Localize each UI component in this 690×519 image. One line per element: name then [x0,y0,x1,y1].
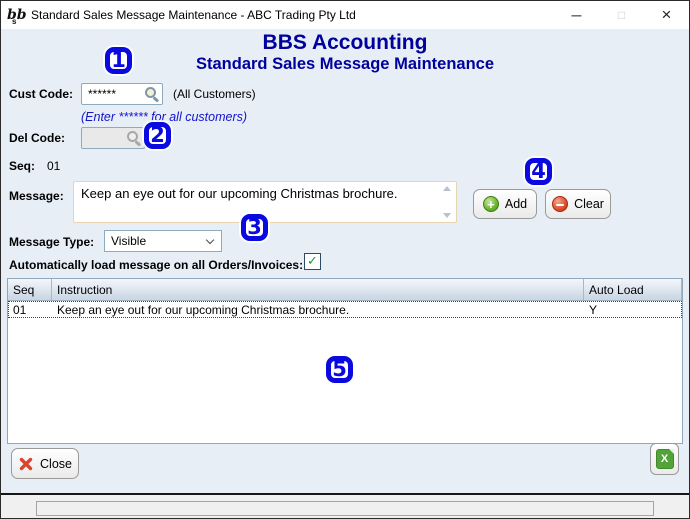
check-icon: ✓ [307,254,318,269]
table-header-row: Seq Instruction Auto Load [8,279,682,301]
close-button[interactable]: Close [11,448,79,479]
clear-minus-icon [552,196,569,212]
column-header-auto-load[interactable]: Auto Load [584,279,682,300]
message-type-value: Visible [111,234,147,248]
app-logo-icon: bb s [7,7,27,26]
cust-code-input[interactable]: ****** [81,83,163,105]
cust-code-lookup-magnifier-icon[interactable] [145,87,159,101]
column-header-instruction[interactable]: Instruction [52,279,584,300]
del-code-lookup-magnifier-icon[interactable] [127,131,141,145]
cust-code-label: Cust Code: [9,87,73,101]
annotation-badge-4: 4 [525,158,552,185]
auto-load-label: Automatically load message on all Orders… [9,258,304,272]
seq-value: 01 [47,159,61,173]
clear-button-label: Clear [574,197,604,211]
annotation-badge-5: 5 [326,356,353,383]
column-header-seq[interactable]: Seq [8,279,52,300]
excel-file-icon: X [655,449,674,469]
message-label: Message: [9,189,64,203]
chevron-down-icon [205,235,215,244]
export-excel-button[interactable]: X [650,443,679,475]
cust-code-value: ****** [88,87,117,101]
annotation-badge-1: 1 [105,47,132,74]
status-bar [1,493,689,518]
del-code-label: Del Code: [9,131,66,145]
minimize-button[interactable]: ─ [554,1,599,29]
message-type-dropdown[interactable]: Visible [104,230,222,252]
cust-code-suffix: (All Customers) [173,87,256,101]
maximize-button[interactable]: □ [599,1,644,29]
annotation-badge-3: 3 [241,214,268,241]
title-bar: bb s Standard Sales Message Maintenance -… [1,1,689,29]
add-plus-icon: + [482,196,499,212]
close-button-label: Close [40,456,72,471]
app-window: bb s Standard Sales Message Maintenance -… [0,0,690,519]
cell-seq: 01 [13,302,27,317]
window-controls: ─ □ × [554,1,689,29]
seq-label: Seq: [9,159,36,173]
del-code-input[interactable] [81,127,145,149]
cell-instruction: Keep an eye out for our upcoming Christm… [57,302,350,317]
clear-button[interactable]: Clear [545,189,611,219]
table-row[interactable]: 01 Keep an eye out for our upcoming Chri… [8,301,682,318]
message-scrollbar[interactable] [441,186,453,218]
message-type-label: Message Type: [9,235,95,249]
status-panel [36,501,654,516]
scroll-down-icon[interactable] [443,213,451,218]
annotation-badge-2: 2 [144,122,171,149]
app-name-heading: BBS Accounting [262,31,428,54]
auto-load-checkbox[interactable]: ✓ [304,253,321,270]
message-text: Keep an eye out for our upcoming Christm… [81,186,398,201]
add-button-label: Add [504,197,528,211]
window-title: Standard Sales Message Maintenance - ABC… [31,8,356,22]
cell-auto-load: Y [589,302,598,317]
add-button[interactable]: + Add [473,189,537,219]
close-x-icon [19,457,33,470]
close-window-button[interactable]: × [644,1,689,29]
scroll-up-icon[interactable] [443,186,451,191]
